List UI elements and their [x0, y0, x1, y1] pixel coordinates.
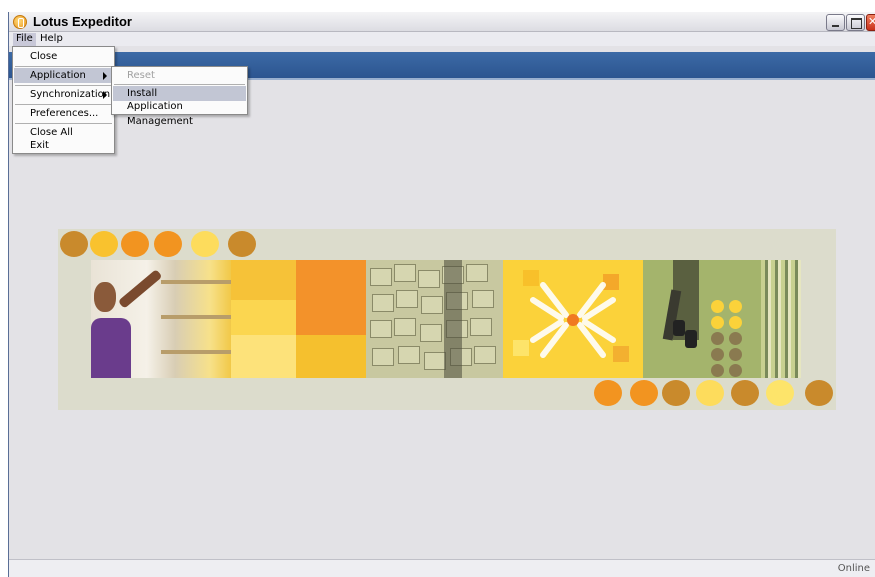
- welcome-banner: [58, 229, 836, 410]
- banner-dot: [696, 380, 724, 406]
- status-bar: Online: [9, 559, 875, 577]
- menu-separator: [15, 123, 112, 124]
- banner-dot: [60, 231, 88, 257]
- banner-photo-person: [91, 260, 231, 378]
- banner-dot: [154, 231, 182, 257]
- file-menu: Close Application Synchronization Prefer…: [12, 46, 115, 154]
- banner-dot: [228, 231, 256, 257]
- menu-item-exit[interactable]: Exit: [14, 138, 113, 153]
- banner-dot: [90, 231, 118, 257]
- menu-help[interactable]: Help: [37, 33, 66, 44]
- menu-item-synchronization-label: Synchronization: [30, 89, 111, 100]
- menu-item-application-management[interactable]: Application Management: [113, 99, 246, 127]
- menu-item-reset[interactable]: Reset: [113, 68, 246, 83]
- menu-bar: File Help: [9, 32, 875, 46]
- banner-photo-walking: [643, 260, 801, 378]
- menu-file[interactable]: File: [13, 33, 36, 46]
- menu-item-preferences[interactable]: Preferences...: [14, 106, 113, 121]
- banner-dot: [191, 231, 219, 257]
- maximize-button[interactable]: [846, 14, 865, 31]
- online-status[interactable]: Online: [838, 563, 870, 574]
- banner-dot: [630, 380, 658, 406]
- banner-photo-color-blocks: [231, 260, 366, 378]
- menu-item-synchronization[interactable]: Synchronization: [14, 87, 113, 102]
- title-bar[interactable]: Lotus Expeditor: [9, 12, 875, 32]
- close-window-button[interactable]: [866, 14, 875, 31]
- banner-dot: [731, 380, 759, 406]
- banner-dot: [662, 380, 690, 406]
- menu-item-application-label: Application: [30, 70, 86, 81]
- cross-arrows-icon: [530, 282, 616, 358]
- menu-separator: [15, 104, 112, 105]
- submenu-arrow-icon: [103, 72, 107, 80]
- minimize-button[interactable]: [826, 14, 845, 31]
- banner-photo-notes: [366, 260, 503, 378]
- application-submenu: Reset Install Application Management: [111, 66, 248, 127]
- menu-item-application[interactable]: Application: [14, 68, 113, 83]
- banner-dot: [594, 380, 622, 406]
- menu-separator: [114, 84, 245, 85]
- banner-dot: [766, 380, 794, 406]
- window-title: Lotus Expeditor: [33, 14, 132, 29]
- banner-dot: [805, 380, 833, 406]
- banner-photo-logo: [503, 260, 643, 378]
- lotus-app-icon: [13, 15, 27, 29]
- banner-dot: [121, 231, 149, 257]
- menu-separator: [15, 66, 112, 67]
- menu-item-close[interactable]: Close: [14, 49, 113, 64]
- menu-separator: [15, 85, 112, 86]
- submenu-arrow-icon: [103, 91, 107, 99]
